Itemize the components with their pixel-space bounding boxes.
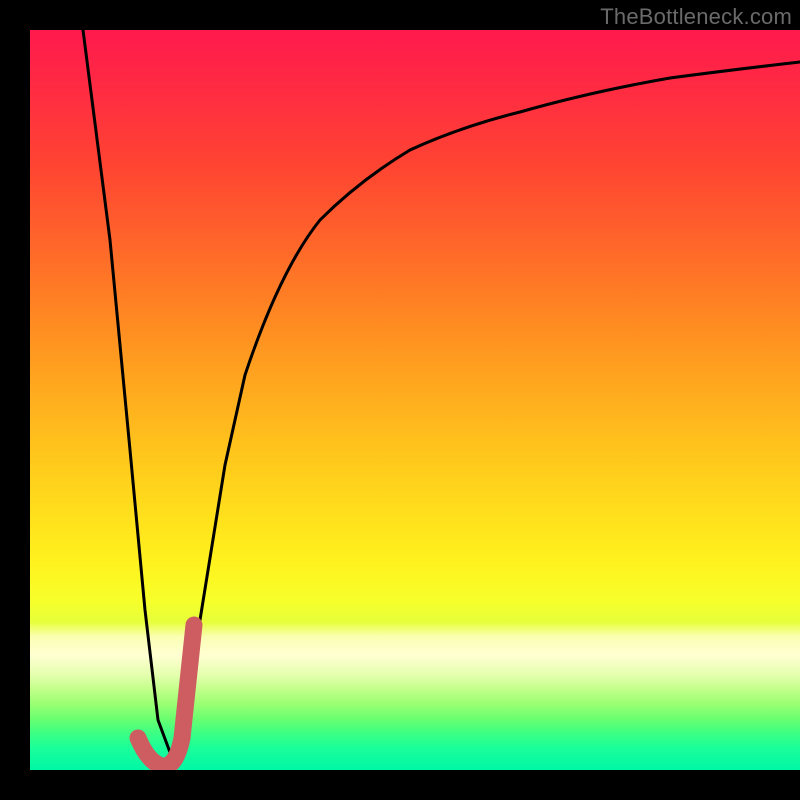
chart-frame: TheBottleneck.com: [0, 0, 800, 800]
curve-layer: [30, 30, 800, 770]
plot-area: [30, 30, 800, 770]
watermark-text: TheBottleneck.com: [600, 4, 792, 30]
